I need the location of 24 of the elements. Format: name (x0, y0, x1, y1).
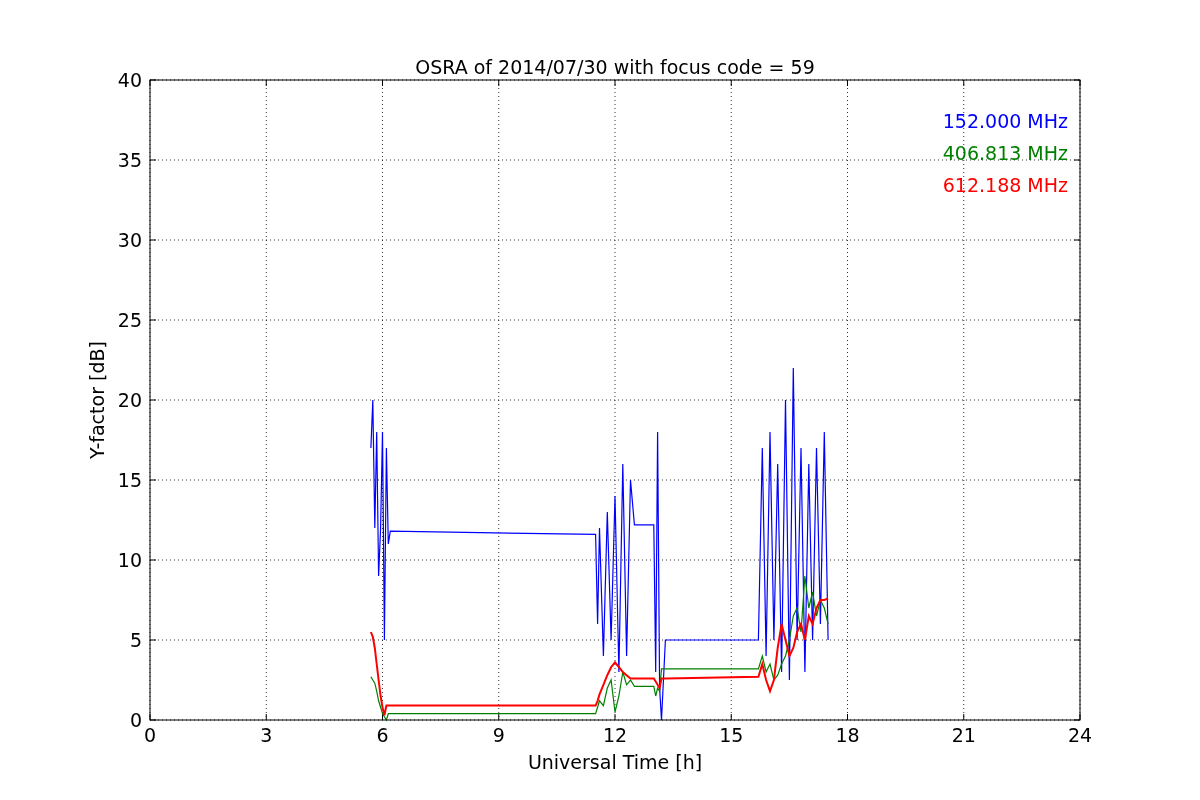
y-tick-label: 20 (117, 389, 142, 411)
legend-label: 152.000 MHz (942, 110, 1068, 132)
y-axis-label: Y-factor [dB] (86, 341, 108, 459)
y-tick-label: 0 (129, 709, 142, 731)
x-tick-label: 12 (602, 724, 628, 746)
x-tick-label: 0 (143, 724, 157, 746)
x-tick-label: 21 (951, 724, 976, 746)
y-tick-label: 10 (117, 549, 142, 571)
x-tick-label: 3 (260, 724, 273, 746)
x-tick-label: 18 (835, 724, 860, 746)
legend-label: 612.188 MHz (942, 174, 1068, 196)
x-tick-label: 15 (719, 724, 744, 746)
y-tick-label: 40 (117, 69, 142, 91)
y-tick-label: 25 (117, 309, 142, 331)
chart-title: OSRA of 2014/07/30 with focus code = 59 (415, 56, 815, 78)
y-tick-label: 35 (117, 149, 142, 171)
x-tick-label: 6 (376, 724, 389, 746)
y-tick-label: 15 (117, 469, 142, 491)
y-tick-label: 5 (129, 629, 142, 651)
x-axis-label: Universal Time [h] (527, 751, 703, 773)
legend-label: 406.813 MHz (942, 142, 1068, 164)
x-tick-label: 9 (492, 724, 505, 746)
x-tick-label: 24 (1067, 724, 1093, 746)
y-tick-label: 30 (117, 229, 142, 251)
